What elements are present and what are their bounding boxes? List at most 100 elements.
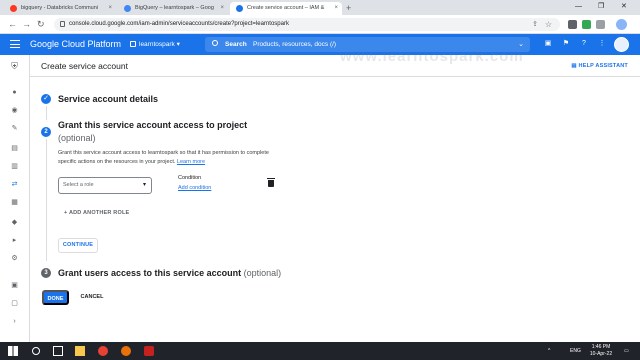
extension-icon[interactable] [568,20,577,29]
maximize-button[interactable]: ❐ [598,1,604,13]
done-button[interactable]: DONE [42,290,69,305]
wrench-icon[interactable]: ✎ [10,124,19,133]
search-taskbar-icon[interactable] [32,347,40,355]
step2-optional: (optional) [58,133,96,143]
browser-toolbar: ← → ↻ console.cloud.google.com/iam-admin… [0,15,640,34]
service-accounts-icon[interactable]: ⇄ [10,180,19,189]
lock-rail-icon[interactable]: ▢ [10,299,19,308]
search-icon [212,40,218,46]
app-icon-2[interactable] [144,346,154,356]
person-add-icon[interactable]: ● [10,88,19,97]
project-name: learntospark [139,41,175,48]
extensions-puzzle-icon[interactable] [596,20,605,29]
clock-time[interactable]: 1:46 PM [588,344,614,351]
address-bar[interactable]: console.cloud.google.com/iam-admin/servi… [54,18,560,31]
clock-date[interactable]: 10-Apr-22 [586,351,616,358]
step3-title[interactable]: Grant users access to this service accou… [58,268,281,278]
add-another-role-button[interactable]: + ADD ANOTHER ROLE [64,210,129,216]
collapse-icon[interactable]: › [10,317,19,326]
bookmark-star-icon[interactable]: ☆ [545,18,552,31]
address-url[interactable]: console.cloud.google.com/iam-admin/servi… [69,18,289,31]
settings-icon[interactable]: ⚙ [10,254,19,263]
notification-icon[interactable]: ▭ [624,348,629,355]
databricks-favicon-icon [10,5,17,12]
gcp-favicon-icon [236,5,243,12]
task-view-icon[interactable] [53,346,63,356]
list-icon[interactable]: ▥ [10,162,19,171]
gcp-header: Google Cloud Platform learntospark ▾ Sea… [0,34,640,55]
delete-icon[interactable] [267,178,275,187]
arrow-right-icon[interactable]: ▸ [10,236,19,245]
tag-icon[interactable]: ◆ [10,218,19,227]
close-tab-icon[interactable]: × [220,2,224,15]
extension-green-icon[interactable] [582,20,591,29]
condition-label: Condition [178,175,202,181]
input-language[interactable]: ENG [570,348,581,355]
minimize-button[interactable]: — [575,1,582,13]
tab-label: bigquery - Databricks Communi [21,5,99,11]
step-connector [46,106,47,120]
browser-profile-avatar[interactable] [616,19,627,30]
browser-tab-create-service-account[interactable]: Create service account – IAM & × [230,2,342,15]
gcp-brand[interactable]: Google Cloud Platform [30,34,121,55]
watermark-logo: www.learntospark.com [340,48,524,65]
page-title: Create service account [41,61,128,71]
browser-tab-bigquery[interactable]: BigQuery – learntospark – Goog × [118,2,228,15]
tray-chevron-icon[interactable]: ^ [548,348,550,355]
more-options-icon[interactable]: ⋮ [597,39,607,49]
step1-title[interactable]: Service account details [58,94,158,104]
add-condition-link[interactable]: Add condition [178,185,211,191]
close-tab-icon[interactable]: × [108,2,112,15]
shield-icon[interactable]: ⛨ [10,62,19,71]
step2-description-text: Grant this service account access to lea… [58,150,269,165]
archive-icon[interactable]: ▣ [10,281,19,290]
project-icon [130,41,136,47]
lock-icon[interactable] [60,21,65,27]
cancel-button[interactable]: CANCEL [77,290,107,305]
role-select[interactable]: Select a role ▾ [58,177,152,194]
app-icon[interactable] [121,346,131,356]
help-icon[interactable]: ? [579,39,589,49]
tab-label: Create service account – IAM & [247,5,325,11]
file-explorer-icon[interactable] [75,346,85,356]
document-search-icon[interactable]: ▤ [10,144,19,153]
close-window-button[interactable]: ✕ [621,1,627,13]
continue-button[interactable]: CONTINUE [58,238,98,253]
step3-title-text: Grant users access to this service accou… [58,268,242,278]
browser-tab-strip: bigquery - Databricks Communi × BigQuery… [0,0,640,15]
project-selector[interactable]: learntospark ▾ [130,34,180,55]
step-connector [46,139,47,261]
search-placeholder: Products, resources, docs (/) [253,41,337,48]
chrome-icon[interactable] [98,346,108,356]
help-assistant-label: HELP ASSISTANT [578,63,628,69]
forward-icon[interactable]: → [22,18,31,30]
cloud-shell-icon[interactable]: ▣ [543,39,553,49]
page-header: Create service account ▤ HELP ASSISTANT [30,55,640,77]
role-select-placeholder: Select a role [63,182,94,188]
add-role-label: ADD ANOTHER ROLE [68,210,130,216]
windows-start-icon[interactable] [8,346,18,356]
step3-optional: (optional) [243,268,282,278]
step2-title: Grant this service account access to pro… [58,120,248,130]
bigquery-favicon-icon [124,5,131,12]
learn-more-link[interactable]: Learn more [177,159,205,165]
check-icon: ✓ [41,94,51,104]
notifications-icon[interactable]: ⚑ [561,39,571,49]
user-avatar[interactable] [614,37,629,52]
step2-number: 2 [41,127,51,137]
back-icon[interactable]: ← [8,18,17,30]
share-icon[interactable]: ⇪ [532,18,538,31]
table-icon[interactable]: ▦ [10,198,19,207]
hamburger-menu-icon[interactable] [10,40,20,48]
left-nav-rail: ⛨ ● ◉ ✎ ▤ ▥ ⇄ ▦ ◆ ▸ ⚙ ▣ ▢ › [0,55,30,342]
close-tab-icon[interactable]: × [334,2,338,15]
step2-description: Grant this service account access to lea… [58,149,273,166]
step3-number: 3 [41,268,51,278]
help-assistant-button[interactable]: ▤ HELP ASSISTANT [571,55,628,77]
browser-tab-databricks[interactable]: bigquery - Databricks Communi × [4,2,116,15]
tab-label: BigQuery – learntospark – Goog [135,5,214,11]
reload-icon[interactable]: ↻ [37,18,45,30]
dropdown-arrow-icon: ▾ [142,182,146,188]
new-tab-button[interactable]: + [346,2,351,14]
account-icon[interactable]: ◉ [10,106,19,115]
